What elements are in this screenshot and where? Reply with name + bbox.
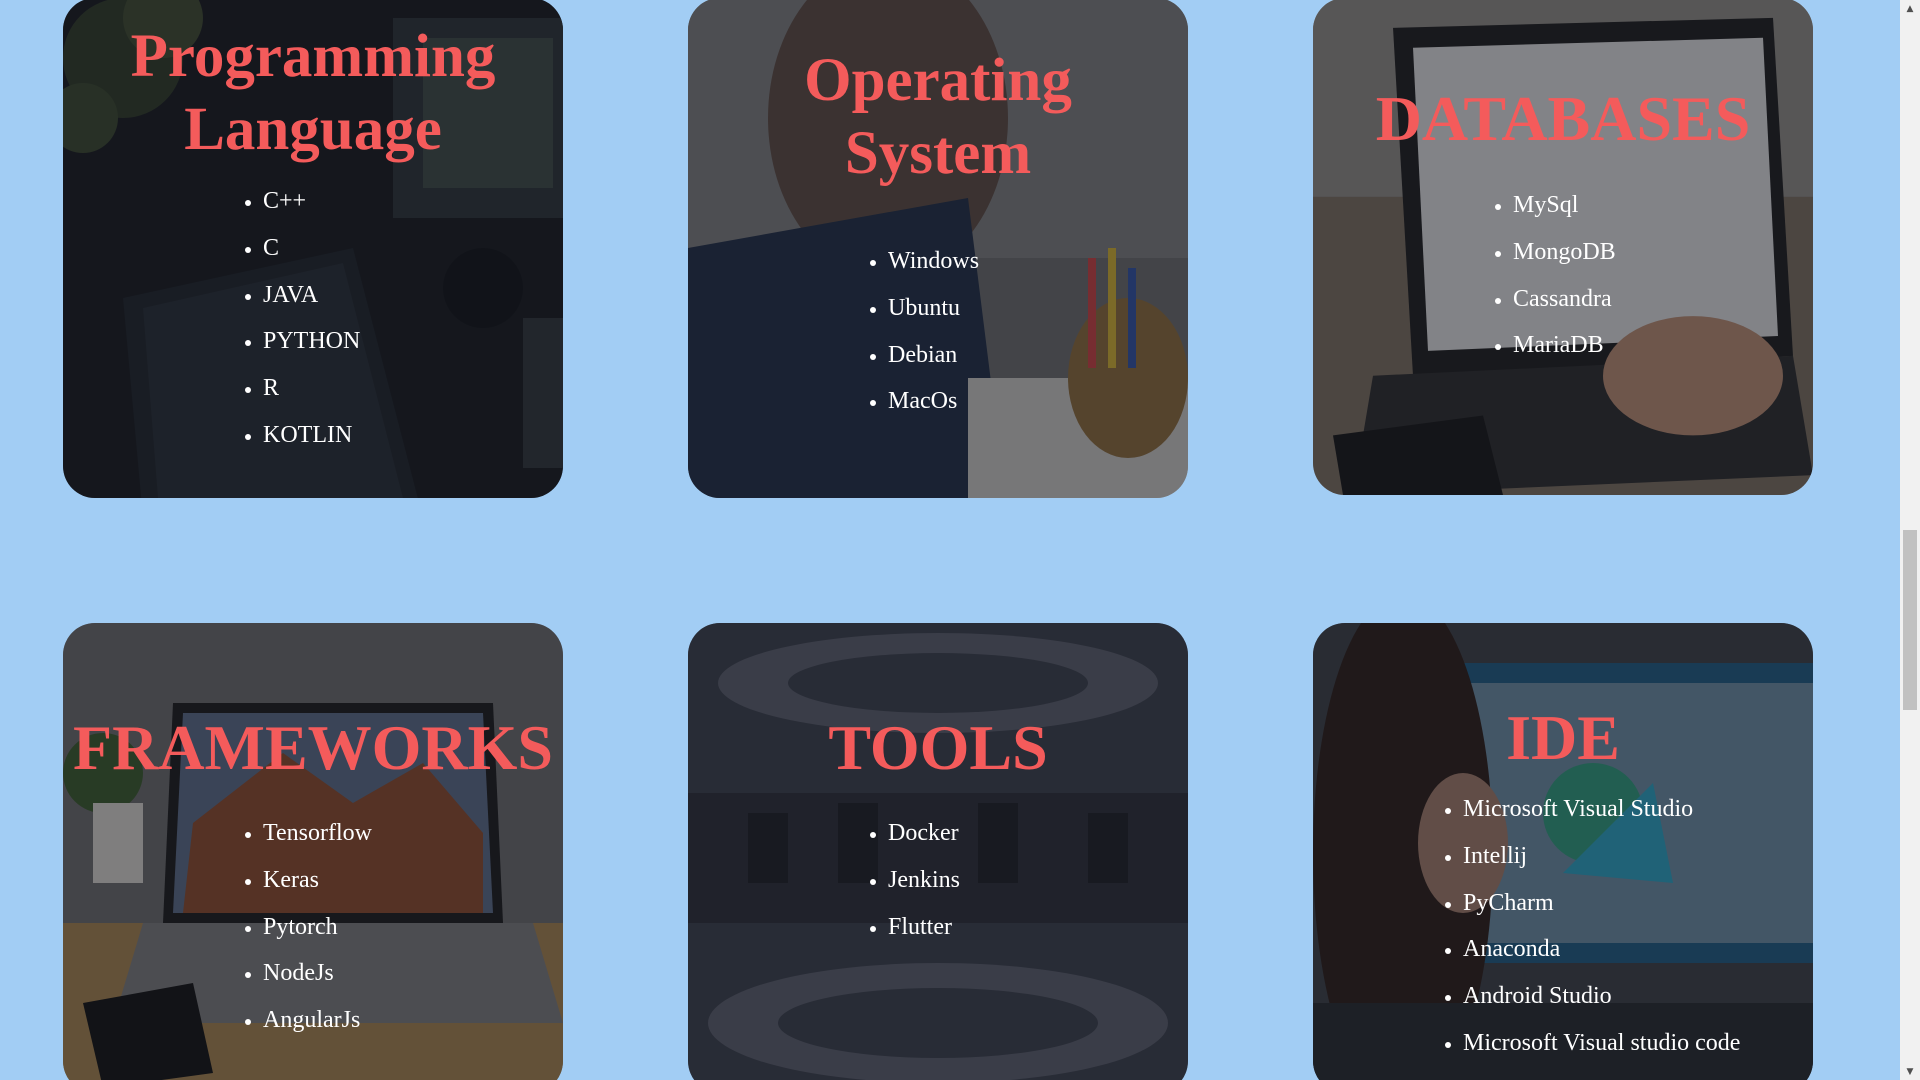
list-item: MySql [1513, 182, 1616, 229]
list-item: MacOs [888, 378, 979, 425]
card-title: Programming Language [63, 20, 563, 166]
list-item: C++ [263, 178, 360, 225]
list-item: Debian [888, 332, 979, 379]
list-item: MariaDB [1513, 322, 1616, 369]
list-item: C [263, 225, 360, 272]
card-databases: DATABASES MySql MongoDB Cassandra MariaD… [1313, 0, 1813, 495]
card-title: TOOLS [828, 712, 1048, 783]
list-item: Tensorflow [263, 810, 372, 857]
list-item: MongoDB [1513, 229, 1616, 276]
list-item: KOTLIN [263, 412, 360, 459]
list-item: PyCharm [1463, 880, 1740, 927]
card-title-line1: Programming [130, 23, 496, 90]
list-item: Jenkins [888, 857, 960, 904]
list-item: JAVA [263, 272, 360, 319]
list-item: R [263, 365, 360, 412]
card-title-line2: System [844, 120, 1032, 187]
card-tools: TOOLS Docker Jenkins Flutter [688, 623, 1188, 1080]
list-item: AngularJs [263, 997, 372, 1044]
list-item: Ubuntu [888, 285, 979, 332]
list-item: Windows [888, 238, 979, 285]
card-programming-language: Programming Language C++ C JAVA PYTHON R… [63, 0, 563, 498]
list-item: Intellij [1463, 833, 1740, 880]
card-list: MySql MongoDB Cassandra MariaDB [1487, 182, 1616, 369]
list-item: NodeJs [263, 950, 372, 997]
page: Programming Language C++ C JAVA PYTHON R… [0, 0, 1920, 1080]
list-item: Anaconda [1463, 926, 1740, 973]
list-item: Android Studio [1463, 973, 1740, 1020]
card-frameworks: FRAMEWORKS Tensorflow Keras Pytorch Node… [63, 623, 563, 1080]
card-title: Operating System [688, 44, 1188, 190]
card-list: Tensorflow Keras Pytorch NodeJs AngularJ… [237, 810, 372, 1044]
list-item: Pytorch [263, 904, 372, 951]
list-item: Flutter [888, 904, 960, 951]
card-title: IDE [1506, 702, 1620, 773]
card-list: Docker Jenkins Flutter [862, 810, 960, 950]
list-item: PYTHON [263, 318, 360, 365]
list-item: Keras [263, 857, 372, 904]
card-ide: IDE Microsoft Visual Studio Intellij PyC… [1313, 623, 1813, 1080]
scrollbar-thumb[interactable] [1903, 530, 1917, 710]
list-item: Docker [888, 810, 960, 857]
card-title: FRAMEWORKS [73, 712, 553, 783]
vertical-scrollbar[interactable]: ▲ ▼ [1900, 0, 1920, 1080]
card-title-line1: Operating [804, 47, 1072, 114]
card-list: Microsoft Visual Studio Intellij PyCharm… [1437, 786, 1740, 1067]
card-title-line2: Language [184, 96, 442, 163]
card-list: C++ C JAVA PYTHON R KOTLIN [237, 178, 360, 459]
scroll-up-icon[interactable]: ▲ [1900, 0, 1920, 17]
scroll-down-icon[interactable]: ▼ [1900, 1063, 1920, 1080]
card-list: Windows Ubuntu Debian MacOs [862, 238, 979, 425]
list-item: Microsoft Visual Studio [1463, 786, 1740, 833]
list-item: Cassandra [1513, 276, 1616, 323]
card-title: DATABASES [1375, 83, 1751, 154]
list-item: Microsoft Visual studio code [1463, 1020, 1740, 1067]
card-operating-system: Operating System Windows Ubuntu Debian M… [688, 0, 1188, 498]
